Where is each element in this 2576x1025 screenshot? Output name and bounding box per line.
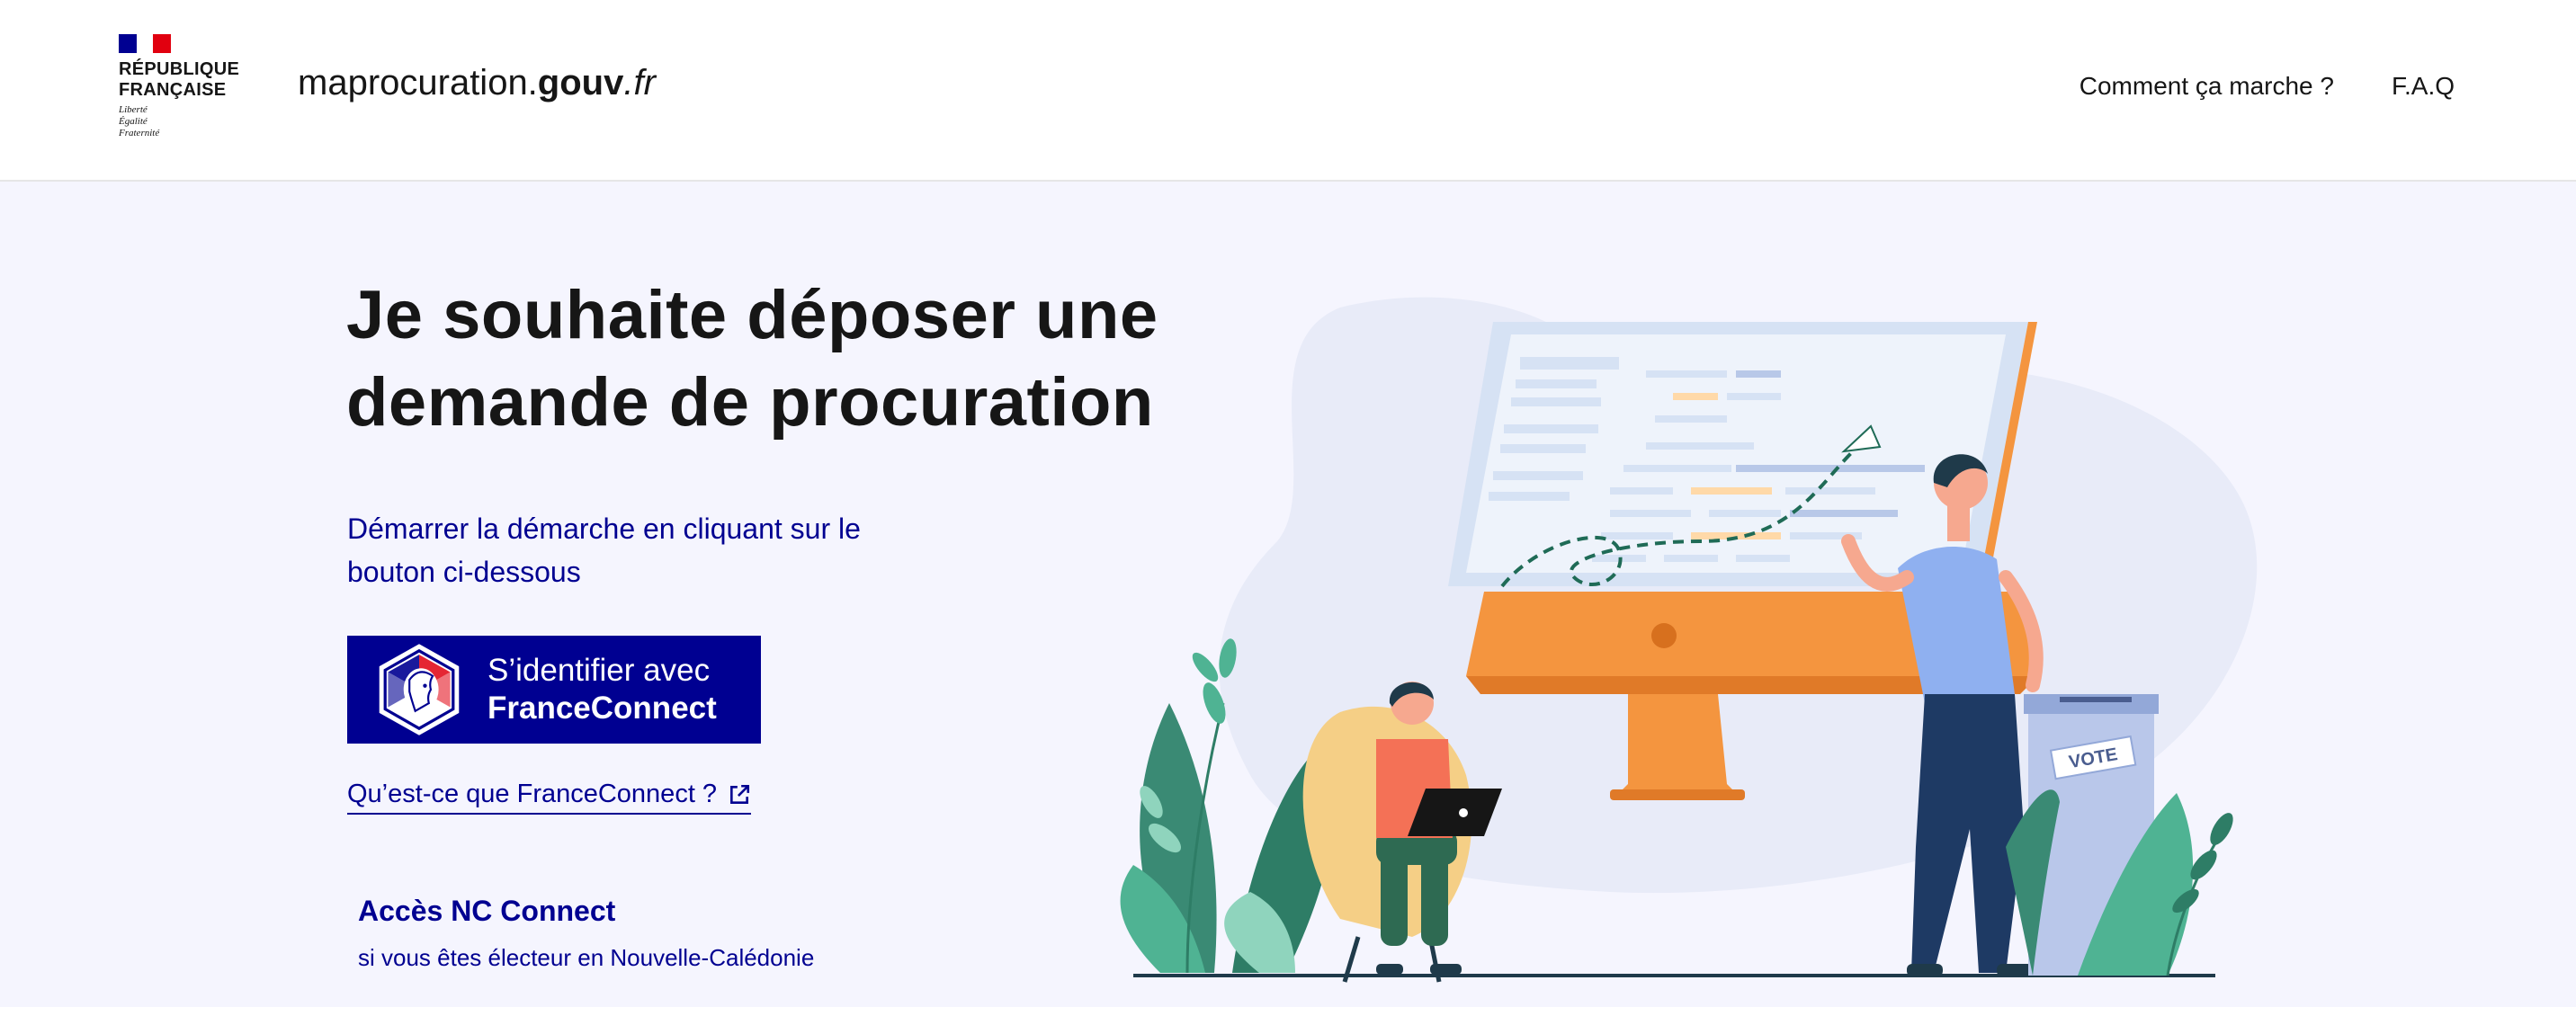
lead-text: Démarrer la démarche en cliquant sur le … (347, 512, 861, 588)
franceconnect-line1: S’identifier avec (487, 653, 711, 688)
nc-connect-subtitle: si vous êtes électeur en Nouvelle-Calédo… (358, 944, 815, 971)
external-link-icon (730, 784, 750, 804)
franceconnect-line2: FranceConnect (487, 691, 717, 726)
republique-francaise-logo[interactable]: RÉPUBLIQUE FRANÇAISE Liberté Égalité Fra… (119, 34, 254, 151)
nav-link-faq[interactable]: F.A.Q (2392, 72, 2455, 101)
nav-link-how-it-works[interactable]: Comment ça marche ? (2080, 72, 2334, 101)
logo-motto: Liberté Égalité Fraternité (119, 104, 160, 138)
franceconnect-button-label: S’identifier avec FranceConnect (487, 652, 717, 727)
hero-section: Je souhaite déposer une demande de procu… (0, 182, 2576, 1007)
site-title-part3: .fr (623, 63, 656, 102)
site-header: RÉPUBLIQUE FRANÇAISE Liberté Égalité Fra… (0, 0, 2576, 182)
franceconnect-button[interactable]: S’identifier avec FranceConnect (347, 636, 761, 744)
site-title-part1: maprocuration. (298, 63, 538, 102)
footer-strip (0, 1007, 2576, 1025)
franceconnect-logo-icon (379, 644, 460, 735)
nc-connect-link[interactable]: Accès NC Connect (358, 895, 615, 928)
what-is-franceconnect-label: Qu’est-ce que FranceConnect ? (347, 780, 718, 808)
header-nav: Comment ça marche ? F.A.Q (2080, 72, 2455, 101)
logo-text: RÉPUBLIQUE FRANÇAISE (119, 59, 240, 100)
site-title[interactable]: maprocuration.gouv.fr (298, 63, 656, 103)
what-is-franceconnect-link[interactable]: Qu’est-ce que FranceConnect ? (347, 780, 752, 815)
marianne-flag-icon (119, 34, 171, 53)
vote-illustration: VOTE (1120, 297, 2258, 983)
site-title-part2: gouv (537, 63, 624, 102)
